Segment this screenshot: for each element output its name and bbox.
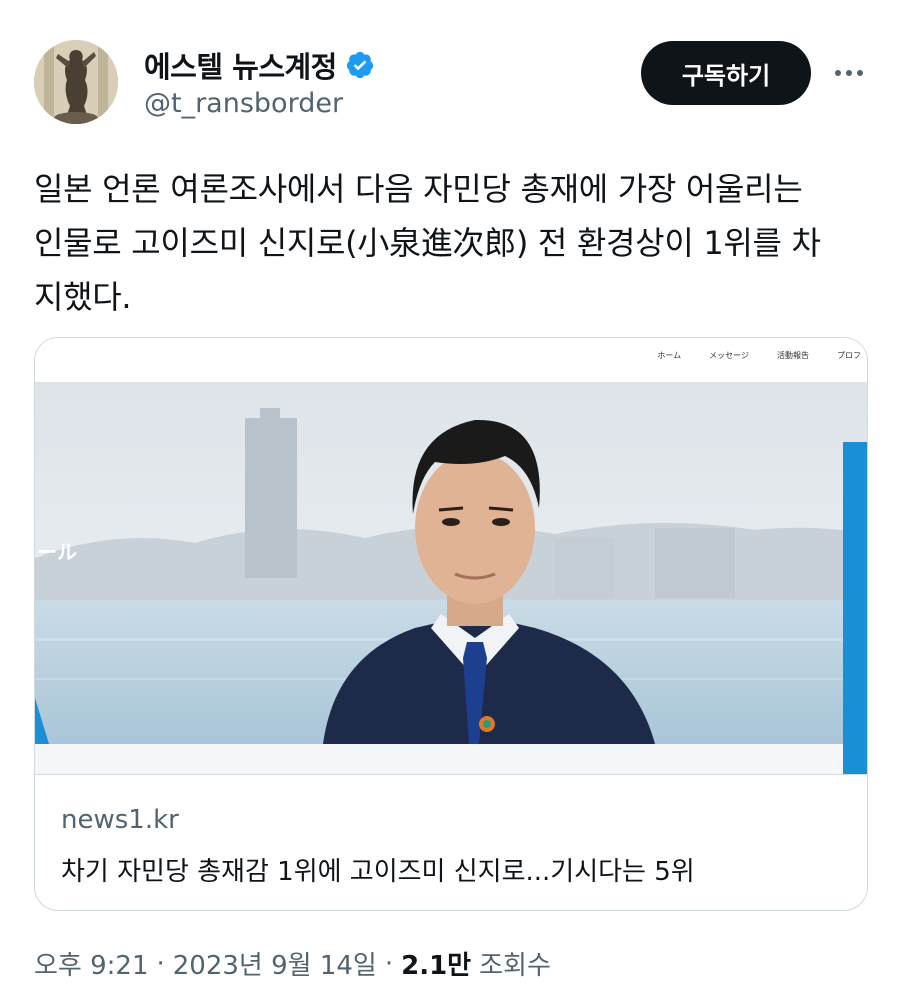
link-preview-footer: news1.kr 차기 자민당 총재감 1위에 고이즈미 신지로...기시다는 … xyxy=(35,774,867,910)
tweet-text: 일본 언론 여론조사에서 다음 자민당 총재에 가장 어울리는 인물로 고이즈미… xyxy=(34,162,874,324)
avatar[interactable] xyxy=(34,40,118,124)
views-count: 2.1만 xyxy=(401,951,472,981)
tweet-time[interactable]: 오후 9:21 xyxy=(34,945,149,982)
more-horizontal-icon xyxy=(835,70,863,76)
more-options-button[interactable] xyxy=(828,52,870,94)
tweet-meta: 오후 9:21 · 2023년 9월 14일 · 2.1만 조회수 xyxy=(34,945,551,982)
site-nav-strip: ホーム メッセージ 活動報告 プロフ xyxy=(657,350,861,361)
subscribe-button[interactable]: 구독하기 xyxy=(641,41,811,105)
site-nav-item: プロフ xyxy=(837,351,861,360)
tweet-text-line: 일본 언론 여론조사에서 다음 자민당 총재에 가장 어울리는 xyxy=(34,170,803,208)
verified-badge-icon xyxy=(346,51,373,79)
portrait-photo xyxy=(35,338,867,774)
link-preview-image: ホーム メッセージ 活動報告 プロフ ール xyxy=(35,338,867,774)
site-nav-item: ホーム xyxy=(657,351,682,360)
views-label: 조회수 xyxy=(479,951,551,981)
author-display-name[interactable]: 에스텔 뉴스계정 xyxy=(144,44,375,86)
site-nav-item: メッセージ xyxy=(709,351,749,360)
tweet-date[interactable]: 2023년 9월 14일 xyxy=(173,945,377,982)
separator-dot: · xyxy=(156,948,165,979)
statue-avatar-image xyxy=(34,40,118,124)
link-domain: news1.kr xyxy=(61,805,179,835)
site-nav-item: 活動報告 xyxy=(777,351,809,360)
image-overlay-text: ール xyxy=(37,540,77,564)
link-title: 차기 자민당 총재감 1위에 고이즈미 신지로...기시다는 5위 xyxy=(61,857,695,887)
link-preview-card[interactable]: ホーム メッセージ 活動報告 プロフ ール news1.kr 차기 자민당 총재… xyxy=(34,337,868,911)
separator-dot: · xyxy=(384,948,394,979)
tweet-text-line: 지했다. xyxy=(34,278,132,316)
author-name-text: 에스텔 뉴스계정 xyxy=(144,50,337,84)
tweet-text-line: 인물로 고이즈미 신지로(小泉進次郎) 전 환경상이 1위를 차 xyxy=(34,224,821,262)
author-handle[interactable]: @t_ransborder xyxy=(144,88,343,119)
